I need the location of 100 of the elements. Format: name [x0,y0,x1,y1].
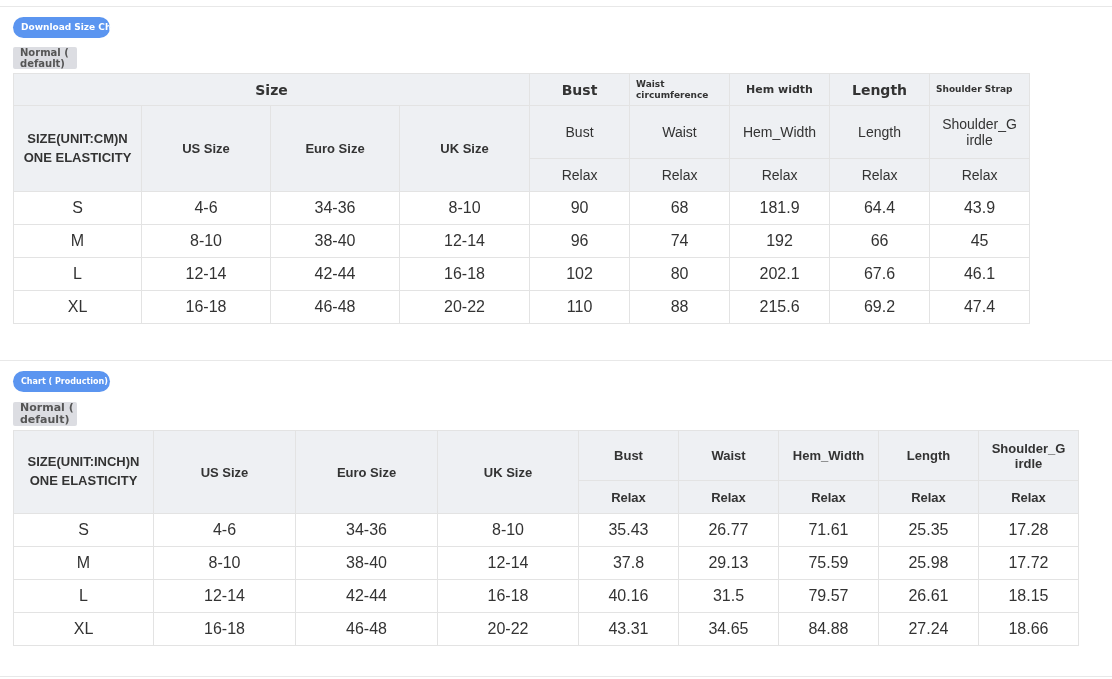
column-header: Shoulder_G irdle [978,430,1079,481]
table-cell: 64.4 [829,191,930,225]
table-cell: 66 [829,224,930,258]
column-header: Relax [829,158,930,192]
table-cell: 25.35 [878,513,979,547]
table-cell: 8-10 [153,546,296,580]
column-header: SIZE(UNIT:INCH)N ONE ELASTICITY [13,430,154,514]
table-cell: L [13,579,154,613]
table-cell: 34.65 [678,612,779,646]
table-cell: 18.15 [978,579,1079,613]
table-cell: 42-44 [270,257,400,291]
column-header: UK Size [399,105,530,192]
column-header: Waist [678,430,779,481]
table-cell: 84.88 [778,612,879,646]
column-header: US Size [141,105,271,192]
column-header: Relax [678,480,779,514]
table-cell: 38-40 [295,546,438,580]
table-cell: M [13,224,142,258]
column-header: Relax [978,480,1079,514]
table-cell: 8-10 [437,513,579,547]
table-cell: 20-22 [399,290,530,324]
column-header: Relax [778,480,879,514]
column-header: Euro Size [295,430,438,514]
table-cell: 29.13 [678,546,779,580]
table-cell: S [13,191,142,225]
table-cell: 26.61 [878,579,979,613]
column-header: Relax [729,158,830,192]
table-cell: 79.57 [778,579,879,613]
table-cell: XL [13,612,154,646]
column-header: Euro Size [270,105,400,192]
column-header: Relax [578,480,679,514]
column-header: Relax [929,158,1030,192]
table-cell: 45 [929,224,1030,258]
table-cell: 74 [629,224,730,258]
column-group-header: Size [13,73,530,106]
table-cell: 37.8 [578,546,679,580]
table-cell: 47.4 [929,290,1030,324]
column-header: Bust [578,430,679,481]
table-cell: 17.72 [978,546,1079,580]
table-cell: 40.16 [578,579,679,613]
table-cell: 16-18 [437,579,579,613]
table-cell: 26.77 [678,513,779,547]
table-cell: 88 [629,290,730,324]
column-header: Length [829,105,930,159]
table-cell: 35.43 [578,513,679,547]
table-cell: 43.9 [929,191,1030,225]
table-cell: 31.5 [678,579,779,613]
column-header: Waist [629,105,730,159]
column-header: Length [878,430,979,481]
table-cell: 16-18 [153,612,296,646]
table-cell: 4-6 [153,513,296,547]
table-cell: 12-14 [153,579,296,613]
table-cell: 67.6 [829,257,930,291]
table-cell: 69.2 [829,290,930,324]
column-group-header: Shoulder Strap [929,73,1030,106]
table-cell: 96 [529,224,630,258]
column-header: Relax [878,480,979,514]
table-cell: 68 [629,191,730,225]
column-header: Hem_Width [729,105,830,159]
table-cell: 181.9 [729,191,830,225]
table-cell: 16-18 [141,290,271,324]
table-cell: 46-48 [295,612,438,646]
table-cell: XL [13,290,142,324]
table-cell: 215.6 [729,290,830,324]
table-cell: M [13,546,154,580]
mode-tag: Normal ( default) [13,47,77,69]
table-cell: 110 [529,290,630,324]
table-cell: 46.1 [929,257,1030,291]
table-cell: 102 [529,257,630,291]
table-cell: L [13,257,142,291]
table-cell: 75.59 [778,546,879,580]
column-header: Relax [629,158,730,192]
download-button[interactable]: Chart ( Production) [13,371,110,392]
table-cell: 20-22 [437,612,579,646]
table-cell: 90 [529,191,630,225]
table-cell: 16-18 [399,257,530,291]
table-cell: 42-44 [295,579,438,613]
column-header: SIZE(UNIT:CM)N ONE ELASTICITY [13,105,142,192]
table-cell: 43.31 [578,612,679,646]
mode-tag: Normal ( default) [13,402,77,427]
column-header: Hem_Width [778,430,879,481]
table-cell: 80 [629,257,730,291]
column-group-header: Bust [529,73,630,106]
table-cell: 25.98 [878,546,979,580]
column-header: Bust [529,105,630,159]
table-cell: 46-48 [270,290,400,324]
column-header: Shoulder_G irdle [929,105,1030,159]
column-header: UK Size [437,430,579,514]
table-cell: 202.1 [729,257,830,291]
table-cell: 34-36 [270,191,400,225]
table-cell: 34-36 [295,513,438,547]
table-cell: 27.24 [878,612,979,646]
download-button[interactable]: Download Size Ch [13,17,110,38]
table-cell: 12-14 [141,257,271,291]
table-cell: 38-40 [270,224,400,258]
table-cell: 4-6 [141,191,271,225]
table-cell: 12-14 [437,546,579,580]
column-header: US Size [153,430,296,514]
table-cell: 71.61 [778,513,879,547]
column-group-header: Hem width [729,73,830,106]
